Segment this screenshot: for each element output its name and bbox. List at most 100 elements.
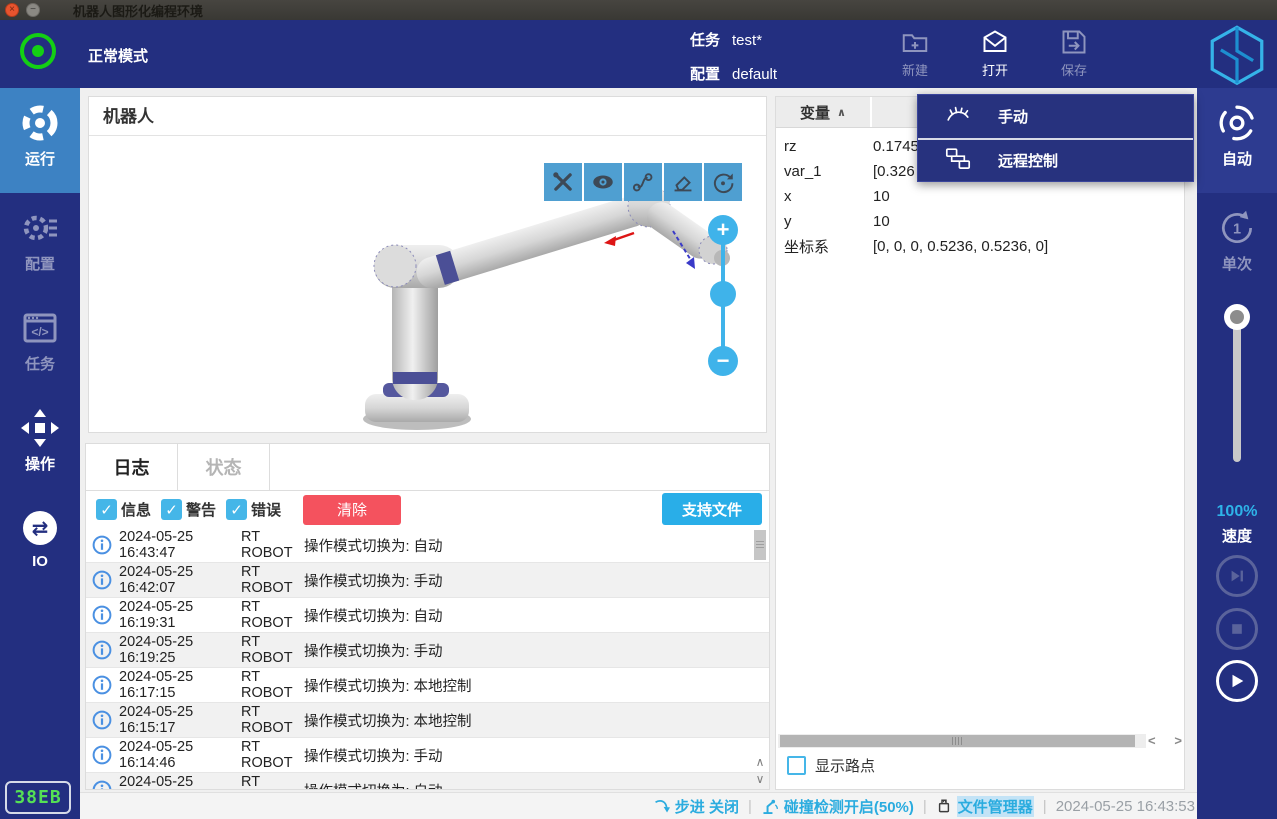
rotate-icon bbox=[710, 169, 736, 195]
variables-panel: 变量 ∧ rz 0.1745 var_1 [0.326 x 10 y 10 坐标 bbox=[775, 96, 1185, 790]
log-scrollbar-thumb[interactable] bbox=[754, 530, 766, 560]
zoom-slider-thumb[interactable] bbox=[710, 281, 736, 307]
gear-icon bbox=[20, 208, 60, 248]
run-icon bbox=[20, 103, 60, 143]
play-button[interactable] bbox=[1216, 660, 1258, 702]
new-file-icon bbox=[885, 27, 945, 57]
tab-status[interactable]: 状态 bbox=[178, 444, 270, 490]
error-checkbox-label: 错误 bbox=[251, 499, 281, 520]
warning-checkbox[interactable]: ✓ bbox=[161, 499, 182, 520]
mode-status-indicator bbox=[20, 33, 56, 69]
show-waypoints-label: 显示路点 bbox=[815, 755, 875, 776]
io-arrows-icon: ⇄ bbox=[20, 508, 60, 548]
view-toolbar bbox=[544, 163, 742, 201]
sidebar-item-config[interactable]: 配置 bbox=[0, 193, 80, 293]
save-button[interactable]: 保存 bbox=[1044, 27, 1104, 79]
config-line: 配置default bbox=[690, 63, 777, 84]
svg-text:⇄: ⇄ bbox=[32, 518, 49, 540]
open-button[interactable]: 打开 bbox=[965, 27, 1025, 79]
log-time: 2024-05-25 16:42:07 bbox=[119, 564, 241, 596]
sidebar-item-label: 任务 bbox=[0, 353, 80, 374]
variable-value: 10 bbox=[873, 188, 890, 205]
new-button[interactable]: 新建 bbox=[885, 27, 945, 79]
stop-button[interactable] bbox=[1216, 608, 1258, 650]
step-arrow-icon bbox=[653, 798, 670, 815]
variable-row[interactable]: x 10 bbox=[776, 184, 1184, 209]
variable-row[interactable]: 坐标系 [0, 0, 0, 0.5236, 0.5236, 0] bbox=[776, 234, 1184, 259]
show-waypoints-checkbox[interactable] bbox=[787, 756, 806, 775]
collision-detect-status[interactable]: 碰撞检测开启(50%) bbox=[761, 796, 914, 817]
sidebar-item-single[interactable]: 1 单次 bbox=[1197, 193, 1277, 293]
tools-button[interactable] bbox=[544, 163, 582, 201]
log-list[interactable]: 2024-05-25 16:43:47 RT ROBOT 操作模式切换为: 自动… bbox=[86, 528, 769, 789]
log-source: RT ROBOT bbox=[241, 669, 304, 701]
log-message: 操作模式切换为: 自动 bbox=[304, 605, 443, 626]
sidebar-item-run[interactable]: 运行 bbox=[0, 88, 80, 193]
clear-logs-button[interactable]: 清除 bbox=[303, 495, 401, 525]
log-time: 2024-05-25 16:14:46 bbox=[119, 739, 241, 771]
scroll-up-icon[interactable]: ∧ bbox=[752, 754, 768, 771]
device-id-badge: 38EB bbox=[5, 781, 71, 814]
log-row[interactable]: 2024-05-25 16:14:46 RT ROBOT 操作模式切换为: 手动 bbox=[86, 738, 769, 773]
log-time: 2024-05-25 16:14:26 bbox=[119, 774, 241, 789]
tab-log[interactable]: 日志 bbox=[86, 444, 178, 490]
separator: | bbox=[923, 798, 927, 815]
hscrollbar-thumb[interactable] bbox=[780, 735, 1135, 747]
log-row[interactable]: 2024-05-25 16:42:07 RT ROBOT 操作模式切换为: 手动 bbox=[86, 563, 769, 598]
app-window: × − 机器人图形化编程环境 正常模式 任务test* 配置default 新建… bbox=[0, 0, 1277, 819]
step-over-button[interactable] bbox=[1216, 555, 1258, 597]
variable-name: 坐标系 bbox=[776, 236, 873, 257]
log-row[interactable]: 2024-05-25 16:15:17 RT ROBOT 操作模式切换为: 本地… bbox=[86, 703, 769, 738]
step-mode-status[interactable]: 步进 关闭 bbox=[653, 796, 739, 817]
log-row[interactable]: 2024-05-25 16:19:31 RT ROBOT 操作模式切换为: 自动 bbox=[86, 598, 769, 633]
log-row[interactable]: 2024-05-25 16:19:25 RT ROBOT 操作模式切换为: 手动 bbox=[86, 633, 769, 668]
variable-value: 10 bbox=[873, 213, 890, 230]
svg-text:1: 1 bbox=[1233, 221, 1241, 237]
info-checkbox[interactable]: ✓ bbox=[96, 499, 117, 520]
log-source: RT ROBOT bbox=[241, 704, 304, 736]
variables-hscrollbar[interactable] bbox=[778, 734, 1146, 748]
sidebar-item-label: 运行 bbox=[0, 148, 80, 169]
tab-variables[interactable]: 变量 ∧ bbox=[776, 97, 872, 127]
menu-item-manual[interactable]: 手动 bbox=[918, 95, 1193, 138]
single-cycle-icon: 1 bbox=[1217, 208, 1257, 248]
zoom-in-button[interactable]: + bbox=[708, 215, 738, 245]
info-icon bbox=[92, 675, 112, 695]
sidebar-item-label: IO bbox=[0, 553, 80, 570]
support-file-button[interactable]: 支持文件 bbox=[662, 493, 762, 525]
menu-item-remote[interactable]: 远程控制 bbox=[918, 138, 1193, 181]
brand-logo-icon bbox=[1209, 24, 1265, 82]
task-label: 任务 bbox=[690, 32, 720, 49]
sidebar-item-operate[interactable]: 操作 bbox=[0, 393, 80, 493]
sidebar-item-io[interactable]: ⇄ IO bbox=[0, 493, 80, 593]
variable-row[interactable]: y 10 bbox=[776, 209, 1184, 234]
speed-slider-thumb[interactable] bbox=[1224, 304, 1250, 330]
sidebar-item-auto[interactable]: 自动 bbox=[1197, 88, 1277, 193]
zoom-out-button[interactable]: − bbox=[708, 346, 738, 376]
scroll-left-icon[interactable]: < bbox=[1148, 734, 1156, 748]
log-row[interactable]: 2024-05-25 16:14:26 RT ROBOT 操作模式切换为: 自动 bbox=[86, 773, 769, 789]
erase-button[interactable] bbox=[664, 163, 702, 201]
show-waypoints-option[interactable]: 显示路点 bbox=[787, 755, 875, 776]
variable-value: [0, 0, 0, 0.5236, 0.5236, 0] bbox=[873, 238, 1048, 255]
slider-thumb-dot bbox=[1230, 310, 1244, 324]
visibility-button[interactable] bbox=[584, 163, 622, 201]
scroll-right-icon[interactable]: > bbox=[1174, 734, 1182, 748]
status-dot-icon bbox=[32, 45, 44, 57]
log-row[interactable]: 2024-05-25 16:17:15 RT ROBOT 操作模式切换为: 本地… bbox=[86, 668, 769, 703]
close-icon[interactable]: × bbox=[5, 3, 19, 17]
step-mode-text: 步进 关闭 bbox=[675, 796, 739, 817]
file-manager-button[interactable]: 文件管理器 bbox=[936, 796, 1034, 817]
rotate-view-button[interactable] bbox=[704, 163, 742, 201]
robot-3d-view[interactable]: + − bbox=[89, 136, 766, 432]
sidebar-item-task[interactable]: </> 任务 bbox=[0, 293, 80, 393]
status-bar: 步进 关闭 | 碰撞检测开启(50%) | 文件管理器 | 2024-05-25… bbox=[80, 792, 1197, 819]
variable-value: [0.326 bbox=[873, 163, 915, 180]
log-row[interactable]: 2024-05-25 16:43:47 RT ROBOT 操作模式切换为: 自动 bbox=[86, 528, 769, 563]
speed-slider-track[interactable] bbox=[1233, 312, 1241, 462]
error-checkbox[interactable]: ✓ bbox=[226, 499, 247, 520]
scroll-down-icon[interactable]: ∨ bbox=[752, 771, 768, 788]
minimize-icon[interactable]: − bbox=[26, 3, 40, 17]
path-button[interactable] bbox=[624, 163, 662, 201]
separator: | bbox=[1043, 798, 1047, 815]
